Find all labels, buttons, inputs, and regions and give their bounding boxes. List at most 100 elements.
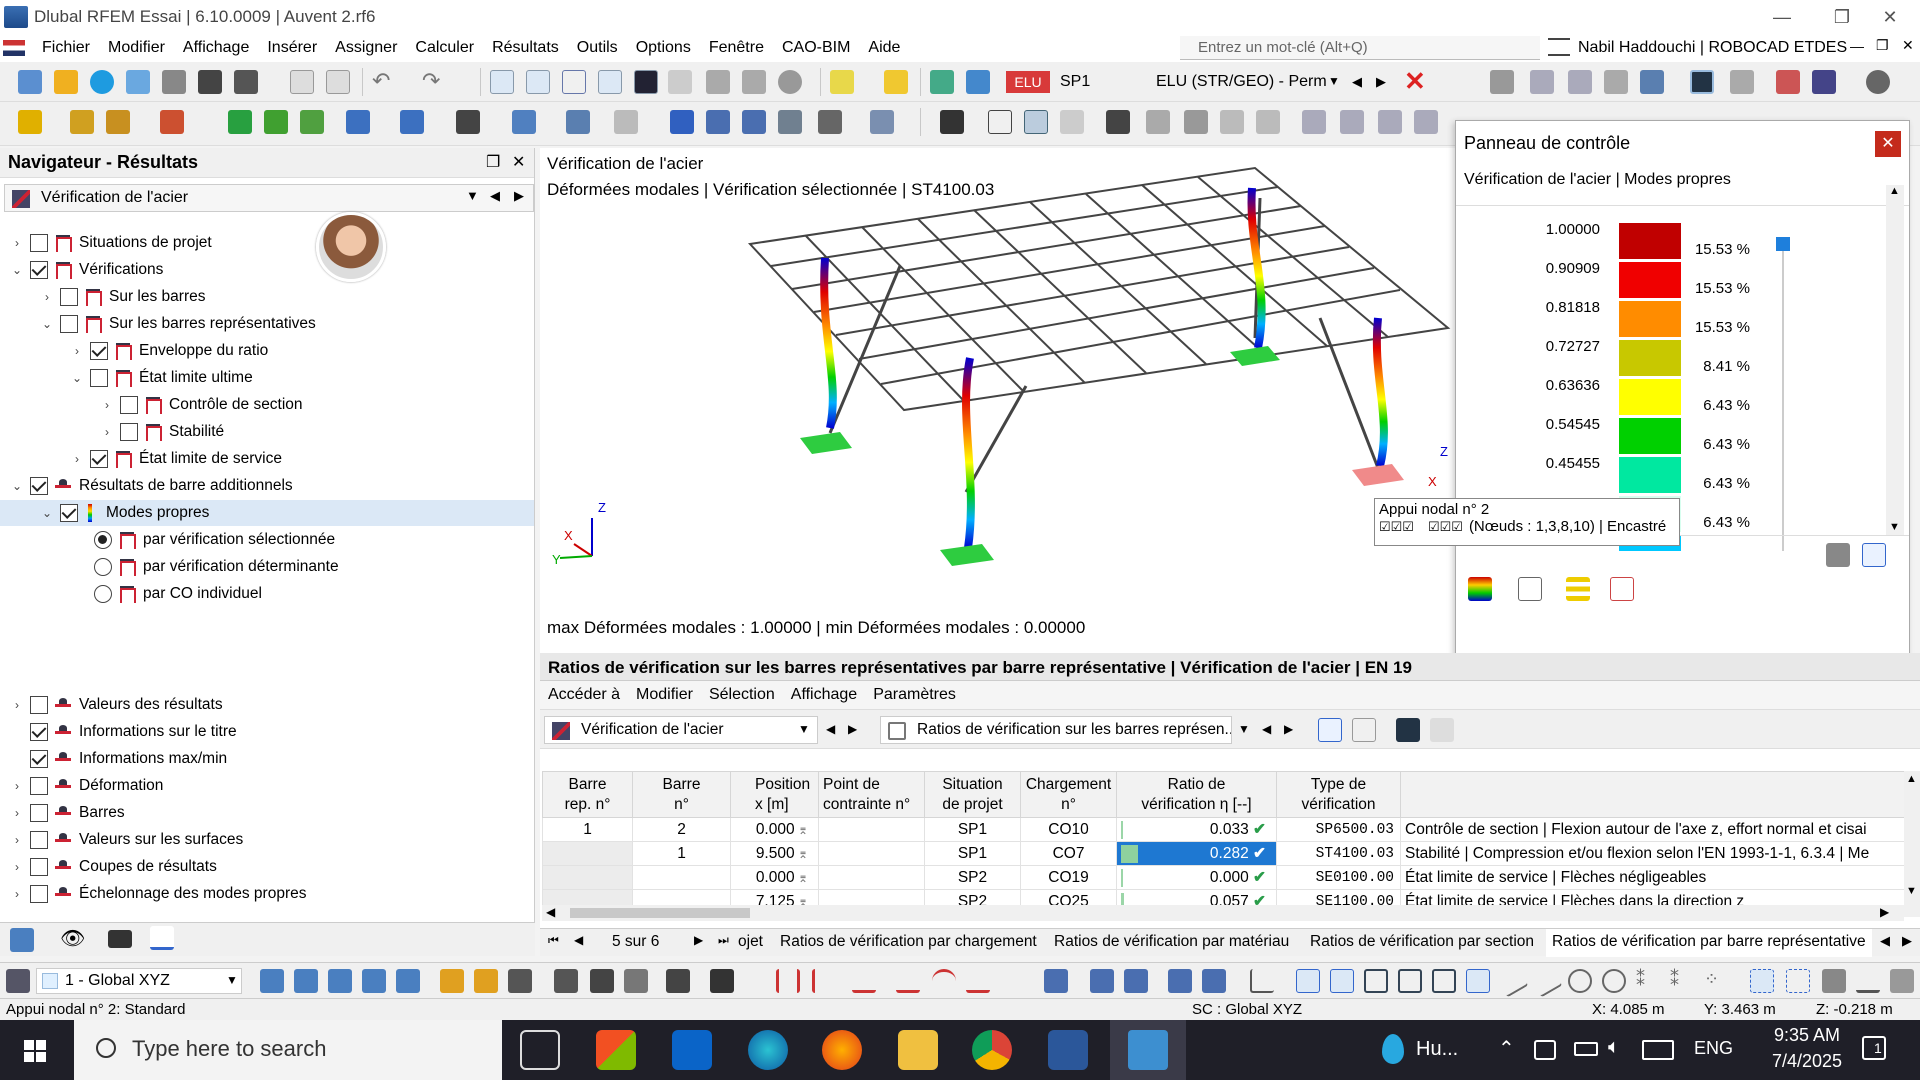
film-icon[interactable]: [1060, 110, 1084, 134]
surface-icon[interactable]: [160, 110, 184, 134]
snap-grid-icon[interactable]: [440, 969, 464, 993]
beam-4-icon[interactable]: [1414, 110, 1438, 134]
tree-stabilite[interactable]: › Stabilité: [100, 419, 224, 445]
cell-pos[interactable]: 0.000 ⌆: [730, 817, 819, 842]
store-icon[interactable]: [596, 1030, 636, 1070]
col-type[interactable]: Type de vérification: [1276, 771, 1401, 818]
layers-icon[interactable]: [706, 70, 730, 94]
col-position[interactable]: Position x [m]: [730, 771, 819, 818]
cell-ratio[interactable]: 0.033 ✔: [1116, 817, 1277, 842]
line-type-icon[interactable]: [1856, 969, 1880, 993]
col-barre[interactable]: Barre n°: [632, 771, 731, 818]
scroll-right-icon[interactable]: ▶: [1880, 905, 1889, 919]
member-icon[interactable]: [106, 110, 130, 134]
minimize-button[interactable]: —: [1752, 0, 1812, 34]
tree-coupes-resultats[interactable]: › Coupes de résultats: [10, 854, 217, 880]
surface-load-icon[interactable]: [512, 110, 536, 134]
checkbox[interactable]: [30, 750, 48, 768]
menu-inserer[interactable]: Insérer: [258, 39, 326, 57]
results-menu-affichage[interactable]: Affichage: [783, 686, 865, 704]
chevron-right-icon[interactable]: ›: [10, 806, 24, 820]
cell-pt[interactable]: [818, 841, 925, 866]
deform-icon[interactable]: [1530, 70, 1554, 94]
beam-icon[interactable]: [1302, 110, 1326, 134]
tree-barres-representatives[interactable]: ⌄ Sur les barres représentatives: [40, 311, 316, 337]
col-barre-rep[interactable]: Barre rep. n°: [542, 771, 633, 818]
tree-deformation[interactable]: › Déformation: [10, 773, 163, 799]
menu-cao-bim[interactable]: CAO-BIM: [773, 39, 859, 57]
cell-pt[interactable]: [818, 817, 925, 842]
tree-controle-section[interactable]: › Contrôle de section: [100, 392, 303, 418]
grid-lines-icon[interactable]: [1124, 969, 1148, 993]
scroll-thumb[interactable]: [570, 908, 750, 918]
member-load-icon[interactable]: [400, 110, 424, 134]
last-page-icon[interactable]: ⏭: [718, 933, 729, 948]
scroll-down-icon[interactable]: ▼: [1906, 885, 1917, 897]
previous-icon[interactable]: ◀: [1352, 74, 1362, 90]
cell-type[interactable]: SP6500.03: [1276, 817, 1401, 842]
tree-verifications[interactable]: ⌄ Vérifications: [10, 257, 163, 283]
checkbox[interactable]: [90, 450, 108, 468]
graph-icon[interactable]: [988, 110, 1012, 134]
chevron-right-icon[interactable]: ›: [70, 344, 84, 358]
work-plane-icon[interactable]: [508, 969, 532, 993]
beam-2-icon[interactable]: [1340, 110, 1364, 134]
view-front-icon[interactable]: [294, 969, 318, 993]
tree-resultats-barre-additionnels[interactable]: ⌄ Résultats de barre additionnels: [10, 473, 293, 499]
line-icon[interactable]: [70, 110, 94, 134]
doc-close-button[interactable]: ✕: [1902, 37, 1914, 54]
volume-icon[interactable]: 🔈︎: [1608, 1036, 1620, 1059]
tree-sur-les-barres[interactable]: › Sur les barres: [40, 284, 205, 310]
cell-type[interactable]: ST4100.03: [1276, 841, 1401, 866]
taskbar-search-box[interactable]: Type here to search: [74, 1020, 502, 1080]
xxx-label-icon[interactable]: [554, 969, 578, 993]
checkbox[interactable]: [30, 261, 48, 279]
view-top-icon[interactable]: [362, 969, 386, 993]
tree-valeurs-surfaces[interactable]: › Valeurs sur les surfaces: [10, 827, 243, 853]
tree-modes-propres[interactable]: ⌄ Modes propres: [0, 500, 534, 526]
results-menu-modifier[interactable]: Modifier: [628, 686, 701, 704]
tangent-icon[interactable]: [1495, 964, 1529, 998]
view-iso-icon[interactable]: [260, 969, 284, 993]
checkbox[interactable]: [30, 777, 48, 795]
cell-pos[interactable]: 9.500 ⌆: [730, 841, 819, 866]
doc-minimize-button[interactable]: —: [1850, 38, 1864, 54]
search-list-icon[interactable]: [1548, 38, 1570, 56]
chevron-down-icon[interactable]: ▼: [1238, 722, 1250, 736]
console-icon[interactable]: [634, 70, 658, 94]
checkbox[interactable]: [30, 477, 48, 495]
scroll-down-icon[interactable]: ▼: [1889, 521, 1900, 533]
arc-icon[interactable]: [932, 969, 956, 993]
col-description[interactable]: [1400, 771, 1905, 818]
square-icon[interactable]: [1364, 969, 1388, 993]
navigator-toggle-icon[interactable]: [490, 70, 514, 94]
tree-par-co-individuel[interactable]: par CO individuel: [88, 581, 262, 607]
extension-icon[interactable]: ⁑: [1670, 969, 1694, 993]
language-indicator[interactable]: ENG: [1694, 1038, 1733, 1059]
open-folder-icon[interactable]: [54, 70, 78, 94]
table-row[interactable]: 0.000 ⌆ SP2 CO19 0.000 ✔ SE0100.00 État limit…: [542, 865, 1905, 890]
checkbox[interactable]: [30, 234, 48, 252]
menu-outils[interactable]: Outils: [568, 39, 627, 57]
cell-description[interactable]: État limite de service | Flèches néglige…: [1400, 865, 1905, 890]
radio-button[interactable]: [94, 558, 112, 576]
cell-load[interactable]: CO19: [1020, 865, 1117, 890]
col-situation[interactable]: Situation de projet: [924, 771, 1021, 818]
cell-bar[interactable]: [632, 865, 731, 890]
filter-tab-icon[interactable]: [1610, 577, 1634, 601]
view-visibility-icon[interactable]: [1690, 70, 1714, 94]
cloud-icon[interactable]: [90, 70, 114, 94]
wing-icon[interactable]: [1146, 110, 1170, 134]
angle-icon[interactable]: [1250, 969, 1274, 993]
menu-fichier[interactable]: Fichier: [33, 39, 99, 57]
tree-informations-maxmin[interactable]: Informations max/min: [24, 746, 227, 772]
cell-rep[interactable]: 1: [542, 817, 633, 842]
dimension-bar-icon[interactable]: [706, 110, 730, 134]
clock-date[interactable]: 7/4/2025: [1760, 1051, 1854, 1072]
next-icon[interactable]: ▶: [1284, 722, 1293, 736]
balance-tab-icon[interactable]: [1518, 577, 1542, 601]
checkbox[interactable]: [30, 858, 48, 876]
circle-snap-icon[interactable]: [1568, 969, 1592, 993]
tab-par-barre-representative[interactable]: Ratios de vérification par barre représe…: [1546, 929, 1872, 957]
menu-calculer[interactable]: Calculer: [406, 39, 483, 57]
